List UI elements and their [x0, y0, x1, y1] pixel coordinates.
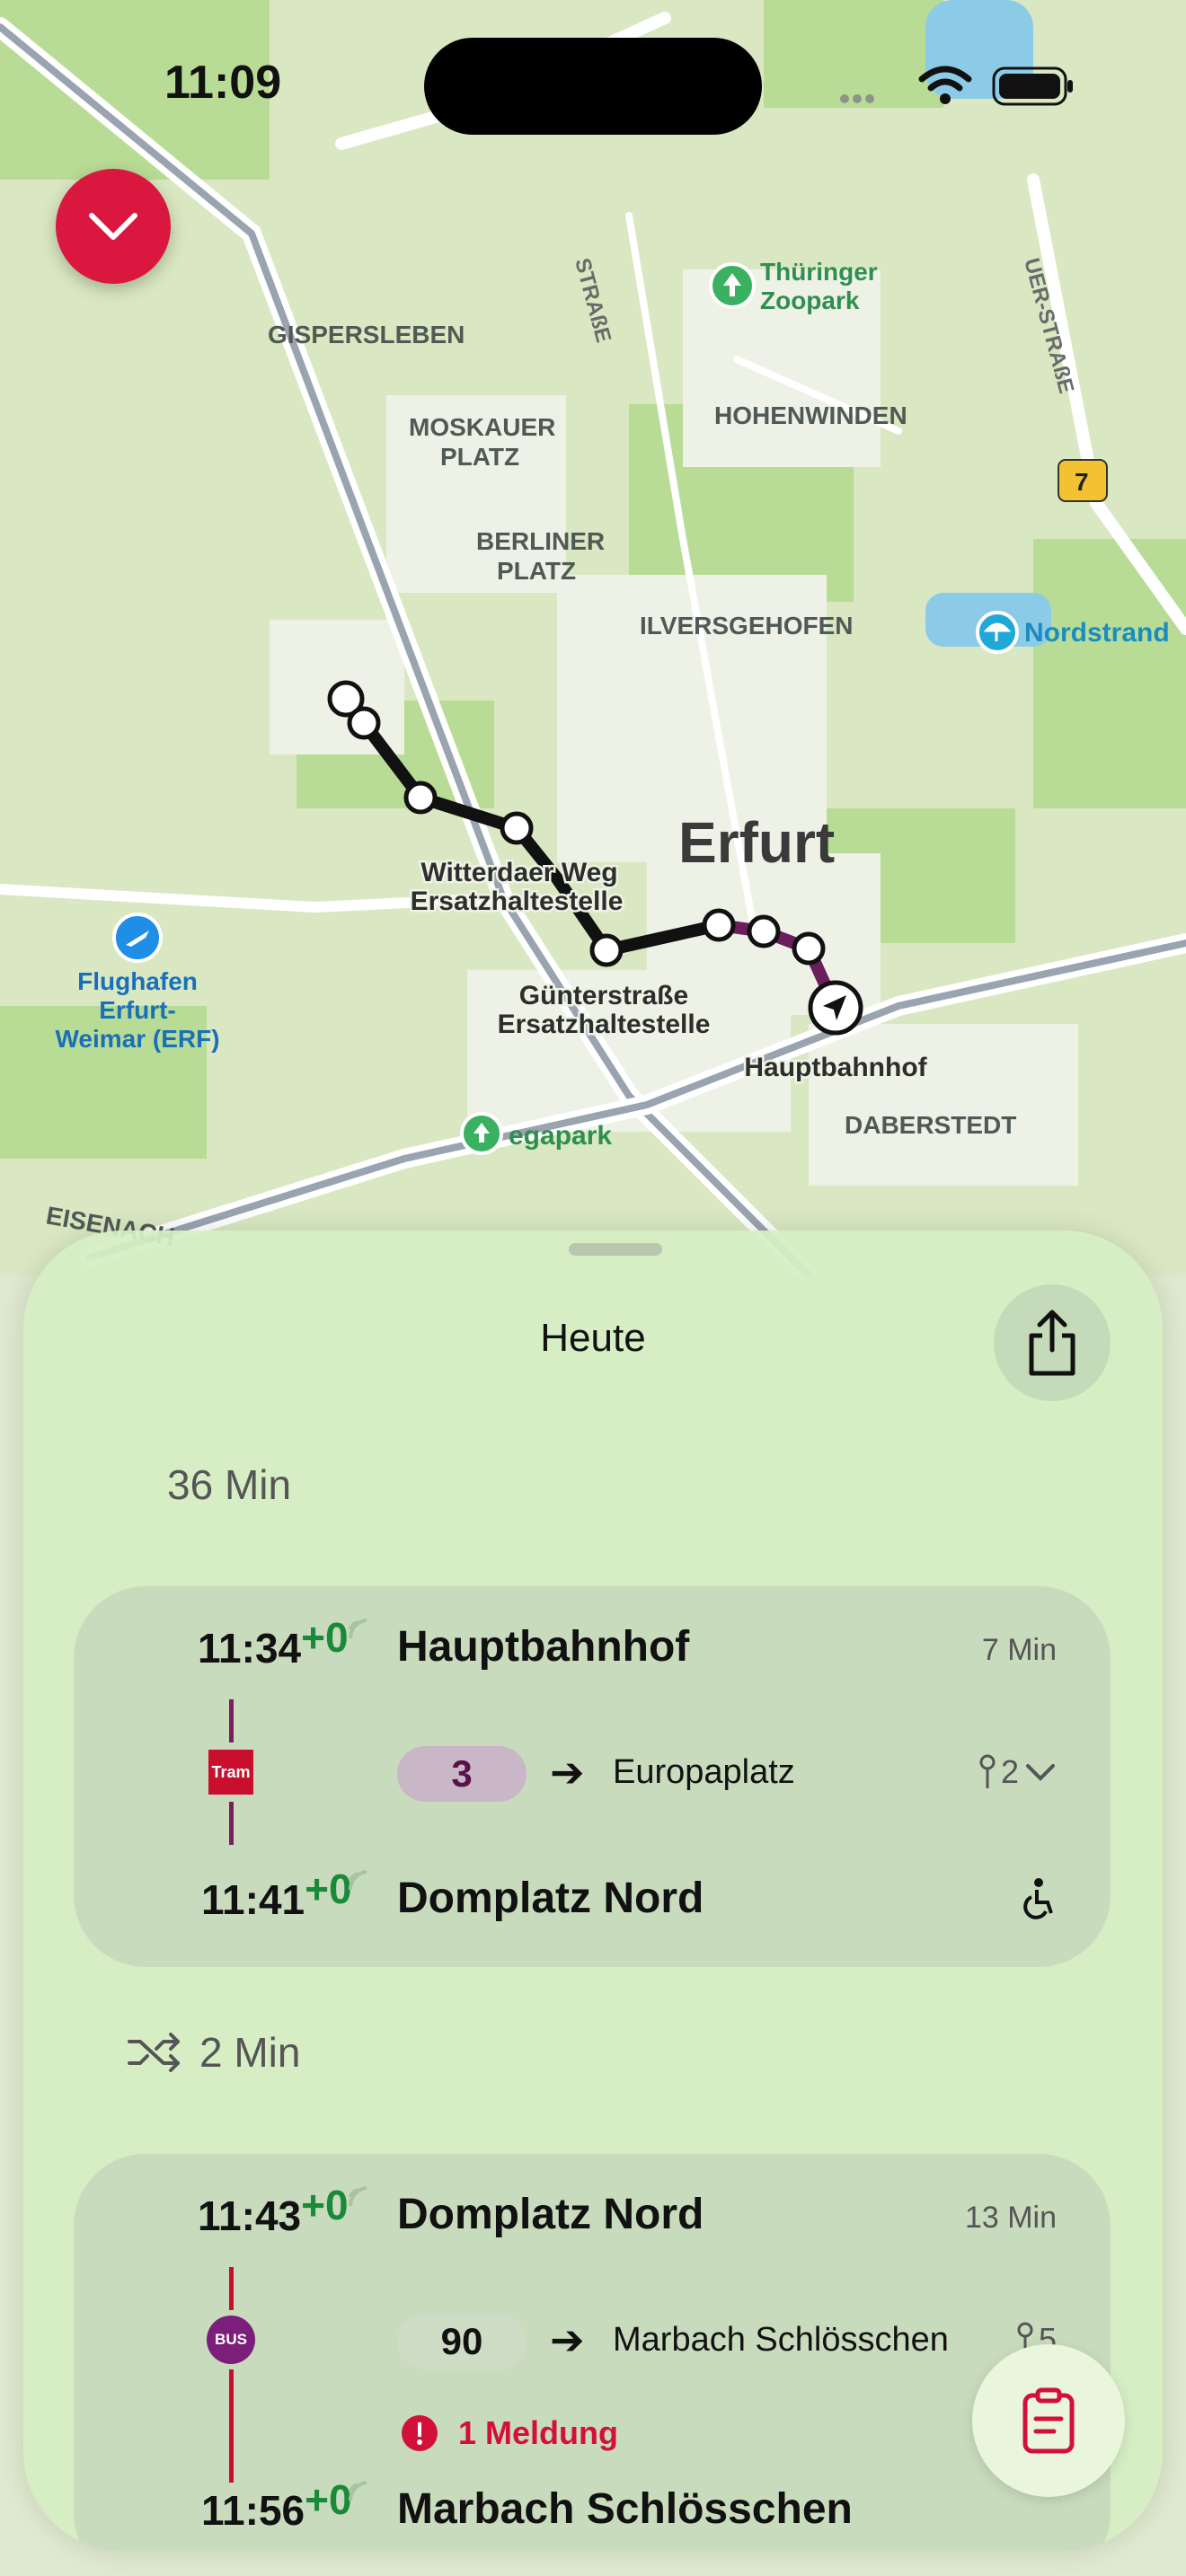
departure-time: 11:43+0: [198, 2182, 349, 2240]
departure-stop: Hauptbahnhof: [397, 1623, 690, 1671]
route-stop: [589, 933, 624, 967]
direction: Europaplatz: [613, 1753, 795, 1791]
place-label: DABERSTEDT: [845, 1111, 1016, 1139]
leg-card[interactable]: 11:34+0 Hauptbahnhof 7 Min Tram 3 ➔ Euro…: [74, 1586, 1111, 1967]
share-button[interactable]: [994, 1284, 1111, 1401]
time-value: 11:56: [201, 2487, 305, 2534]
platform-toggle[interactable]: 2: [979, 1753, 1057, 1791]
bus-icon: BUS: [207, 2316, 255, 2364]
arrow-right-icon: ➔: [550, 2316, 585, 2363]
route-stop: [792, 931, 826, 966]
stop-label: Günterstraße: [519, 981, 688, 1010]
alert-icon: [402, 2415, 438, 2451]
realtime-icon: [348, 2186, 367, 2207]
place-label: PLATZ: [440, 443, 519, 471]
place-label: HOHENWINDEN: [714, 401, 907, 429]
time-value: 11:41: [201, 1876, 305, 1923]
road-shield: 7: [1058, 459, 1108, 502]
transfer-duration: 2 Min: [199, 2029, 301, 2076]
realtime-icon: [348, 2481, 367, 2501]
line-badge[interactable]: 90: [397, 2314, 527, 2369]
leg-duration: 7 Min: [981, 1633, 1057, 1667]
place-label: BERLINER: [476, 527, 605, 555]
platform-value: 2: [1000, 1753, 1019, 1790]
clock: 11:09: [164, 57, 282, 109]
arrival-time: 11:56+0: [201, 2476, 352, 2535]
time-value: 11:34: [198, 1625, 302, 1672]
route-map[interactable]: GISPERSLEBEN MOSKAUER PLATZ BERLINER PLA…: [0, 0, 1186, 1275]
arrival-stop: Domplatz Nord: [397, 1875, 704, 1922]
svg-text:Thüringer: Thüringer: [760, 258, 878, 286]
stop-label: Hauptbahnhof: [744, 1053, 927, 1082]
stop-label: Ersatzhaltestelle: [411, 887, 624, 916]
svg-text:Nordstrand: Nordstrand: [1024, 618, 1170, 648]
beach-poi[interactable]: Nordstrand: [976, 611, 1170, 654]
direction: Marbach Schlösschen: [613, 2321, 949, 2359]
arrow-right-icon: ➔: [550, 1749, 585, 1795]
route-stop: [747, 914, 781, 948]
total-duration: 36 Min: [167, 1461, 292, 1508]
departure-time: 11:34+0: [198, 1614, 349, 1672]
place-label: MOSKAUER: [409, 413, 555, 441]
sheet-title: Heute: [540, 1316, 646, 1360]
transfer-row: 2 Min: [128, 2028, 300, 2077]
departure-stop: Domplatz Nord: [397, 2191, 704, 2238]
chevron-down-icon: [1026, 1764, 1055, 1781]
leg-line: [229, 1699, 234, 1742]
svg-text:7: 7: [1075, 468, 1089, 496]
notice-text: 1 Meldung: [458, 2414, 618, 2451]
delay-value: +0: [301, 2182, 349, 2228]
route-stop: [347, 706, 381, 740]
status-bar: 11:09: [0, 0, 1186, 180]
place-label: PLATZ: [497, 557, 576, 585]
wifi-icon: [918, 66, 972, 104]
leg-line: [229, 2267, 234, 2310]
sheet-grabber[interactable]: [569, 1243, 662, 1256]
notes-button[interactable]: [972, 2344, 1125, 2497]
place-label: ILVERSGEHOFEN: [640, 612, 854, 640]
svg-text:Flughafen: Flughafen: [77, 967, 198, 995]
navigation-arrow-icon[interactable]: [808, 980, 863, 1036]
tram-icon: Tram: [208, 1750, 253, 1795]
pin-icon: [979, 1754, 996, 1788]
delay-value: +0: [301, 1614, 349, 1661]
chevron-down-icon: [89, 213, 137, 240]
route-stop: [403, 781, 438, 815]
arrival-stop: Marbach Schlösschen: [397, 2485, 853, 2533]
dots-icon: [840, 94, 874, 103]
leg-line: [229, 1802, 234, 1845]
battery-icon: [992, 66, 1073, 106]
line-badge[interactable]: 3: [397, 1746, 527, 1802]
realtime-icon: [348, 1870, 367, 1891]
dynamic-island: [424, 38, 762, 135]
realtime-icon: [348, 1619, 367, 1639]
arrival-time: 11:41+0: [201, 1866, 352, 1924]
share-icon: [1029, 1310, 1075, 1376]
journey-sheet[interactable]: Heute 36 Min 11:34+0 Hauptbahnhof 7 Min …: [23, 1231, 1163, 2551]
time-value: 11:43: [198, 2192, 302, 2239]
stop-label: Witterdaer Weg: [420, 858, 617, 887]
route-stop: [500, 811, 534, 845]
zoo-poi[interactable]: Thüringer Zoopark: [709, 258, 878, 314]
svg-text:Weimar (ERF): Weimar (ERF): [55, 1025, 219, 1053]
leg-line: [229, 2369, 234, 2483]
notice-link[interactable]: 1 Meldung: [401, 2414, 618, 2452]
shuffle-icon: [128, 2033, 180, 2072]
collapse-button[interactable]: [56, 169, 171, 284]
notes-icon: [1022, 2387, 1075, 2454]
city-label: Erfurt: [678, 810, 835, 875]
stop-label: Ersatzhaltestelle: [498, 1010, 711, 1039]
leg-duration: 13 Min: [964, 2201, 1057, 2235]
wheelchair-icon: [1023, 1878, 1053, 1919]
svg-text:Zoopark: Zoopark: [760, 287, 860, 314]
svg-text:Erfurt-: Erfurt-: [99, 996, 176, 1024]
route-stop: [702, 908, 736, 942]
svg-text:egapark: egapark: [509, 1121, 612, 1151]
place-label: GISPERSLEBEN: [268, 321, 465, 348]
leg-card[interactable]: 11:43+0 Domplatz Nord 13 Min BUS 90 ➔ Ma…: [74, 2154, 1111, 2551]
